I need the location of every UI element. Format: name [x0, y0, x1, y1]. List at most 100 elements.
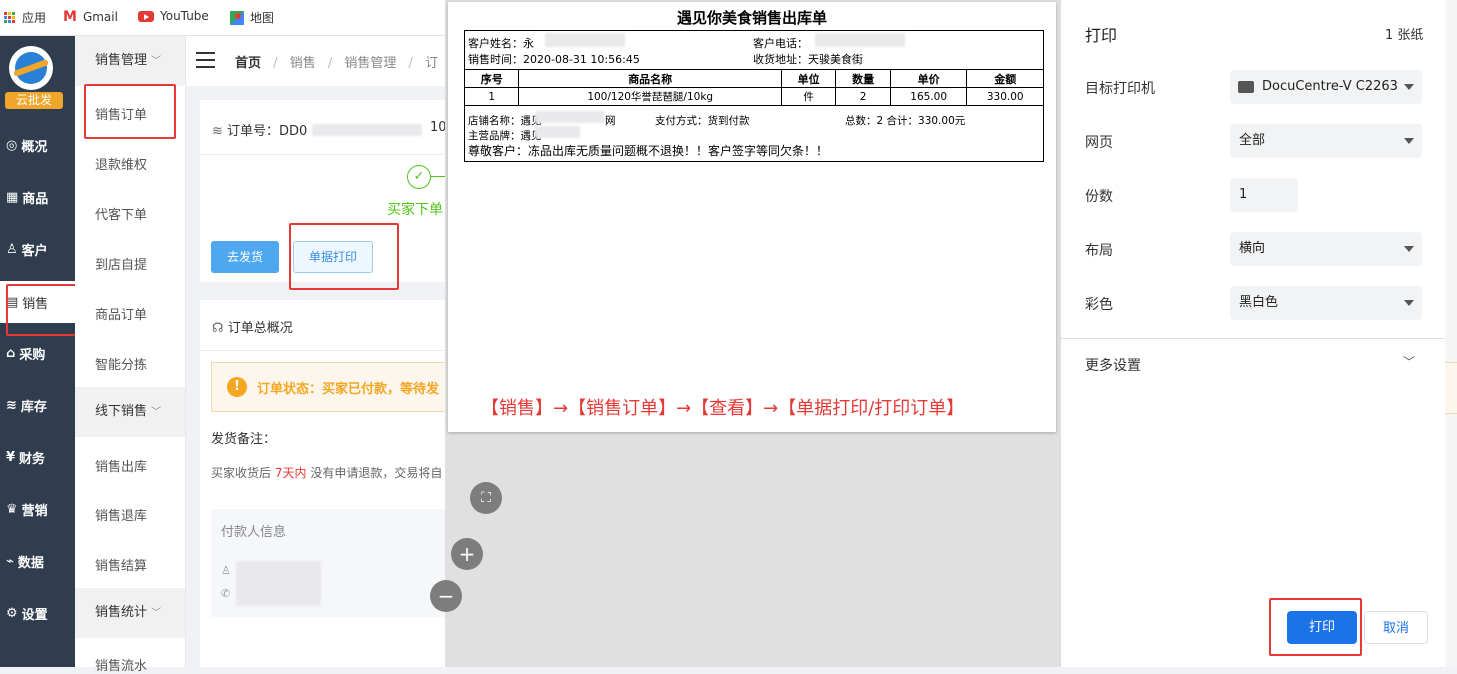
- nav-overview[interactable]: ◎ 概况: [0, 125, 75, 165]
- nav-purchase[interactable]: ⌂ 采购: [0, 333, 75, 373]
- brand-logo: [9, 46, 53, 90]
- gmail-icon: M: [63, 9, 77, 25]
- status-alert: ! 订单状态：买家已付款，等待发: [211, 362, 448, 412]
- subnav-item-sorting[interactable]: 智能分拣: [95, 354, 147, 373]
- pages-label: 网页: [1085, 135, 1113, 151]
- pages-select[interactable]: 全部: [1230, 124, 1422, 158]
- nav-settings[interactable]: ⚙ 设置: [0, 593, 75, 633]
- breadcrumb-sales-mgmt[interactable]: 销售管理: [344, 56, 396, 71]
- subnav-item-refund[interactable]: 退款维权: [95, 154, 147, 173]
- redacted-payer-info: [236, 561, 321, 606]
- nav-finance[interactable]: ¥ 财务: [0, 437, 75, 477]
- printer-select[interactable]: DocuCentre-V C2263: [1230, 70, 1422, 104]
- zoom-in-button[interactable]: +: [451, 538, 483, 570]
- nav-products[interactable]: ▦ 商品: [0, 177, 75, 217]
- copies-input[interactable]: 1: [1230, 178, 1298, 212]
- chevron-down-icon: ﹀: [151, 56, 162, 67]
- plus-icon: +: [458, 542, 476, 566]
- phone-icon: ✆: [221, 587, 231, 600]
- menu-toggle[interactable]: [196, 52, 215, 68]
- more-settings-label: 更多设置: [1085, 358, 1141, 374]
- alert-edge: [1445, 362, 1457, 414]
- gift-icon: ♛: [6, 501, 18, 517]
- shop-icon: ⌂: [6, 345, 16, 361]
- nav-inventory[interactable]: ≋ 库存: [0, 385, 75, 425]
- bookmark-maps[interactable]: 地图: [230, 9, 274, 26]
- cell: 1: [463, 87, 520, 106]
- table-header-row: 序号 商品名称 单位 数量 单价 金额: [463, 69, 1044, 88]
- subnav-item-product-order[interactable]: 商品订单: [95, 304, 147, 323]
- subnav-item-sales-flow[interactable]: 销售流水: [95, 655, 147, 674]
- subnav-group-sales-mgmt[interactable]: 销售管理 ﹀: [75, 36, 185, 86]
- receipt-sale-time: 销售时间：2020-08-31 10:56:45: [468, 53, 640, 66]
- subnav-item-outbound[interactable]: 销售出库: [95, 456, 147, 475]
- subnav-item-pickup[interactable]: 到店自提: [95, 254, 147, 273]
- cell: 165.00: [889, 87, 968, 106]
- layout-label: 布局: [1085, 243, 1113, 259]
- nav-data[interactable]: ⌁ 数据: [0, 541, 75, 581]
- receipt-notice: 尊敬客户：冻品出库无质量问题概不退换！！客户签字等同欠条！！: [468, 144, 829, 158]
- cell: 100/120华誉琵琶腿/10kg: [518, 87, 782, 106]
- chevron-down-icon: [1404, 138, 1414, 144]
- chevron-down-icon: ﹀: [1403, 355, 1416, 369]
- warning-icon: !: [227, 377, 247, 397]
- receipt-address: 收货地址：天骏美食街: [753, 53, 863, 66]
- col-header: 序号: [463, 69, 520, 88]
- receipt-shop-name: 店铺名称：遇见: [468, 115, 542, 127]
- redacted-brand: [535, 126, 580, 138]
- chevron-down-icon: [1404, 300, 1414, 306]
- cell: 330.00: [966, 87, 1044, 106]
- bookmark-maps-label: 地图: [250, 11, 275, 25]
- top-bar: 首页 / 销售 / 销售管理 / 订: [186, 36, 448, 87]
- step-label: 买家下单: [387, 202, 443, 218]
- redacted-shop: [535, 111, 605, 123]
- order-id-label: 订单号：DD0: [227, 124, 308, 139]
- refund-note-days: 7天内: [274, 466, 307, 480]
- layers-icon: ≋: [212, 124, 228, 139]
- redacted-phone: [815, 33, 905, 47]
- bookmark-gmail[interactable]: M Gmail: [63, 9, 118, 25]
- compass-icon: ◎: [6, 137, 18, 153]
- zoom-out-button[interactable]: −: [430, 580, 462, 612]
- breadcrumb-sep: /: [408, 56, 413, 71]
- subnav-group-offline[interactable]: 线下销售 ﹀: [75, 387, 185, 437]
- yen-icon: ¥: [6, 449, 16, 465]
- highlight-print-confirm: [1269, 598, 1362, 656]
- nav-settings-label: 设置: [21, 607, 48, 623]
- nav-customers[interactable]: ♙ 客户: [0, 229, 75, 269]
- subnav-item-proxy-order[interactable]: 代客下单: [95, 204, 147, 223]
- refund-note-post: 没有申请退款，交易将自: [310, 466, 443, 480]
- cell: 2: [835, 87, 891, 106]
- check-icon: ✓: [407, 165, 431, 189]
- nav-customers-label: 客户: [21, 243, 48, 259]
- more-settings-toggle[interactable]: 更多设置 ﹀: [1061, 339, 1446, 389]
- breadcrumb-order[interactable]: 订: [425, 56, 438, 71]
- grid-icon: ▦: [6, 189, 19, 205]
- subnav-group-stats[interactable]: 销售统计 ﹀: [75, 588, 185, 638]
- printer-label: 目标打印机: [1085, 81, 1155, 97]
- subnav-item-return[interactable]: 销售退库: [95, 505, 147, 524]
- print-preview-page: 遇见你美食销售出库单 客户姓名：永 客户电话： 销售时间：2020-08-31 …: [448, 2, 1056, 432]
- cancel-button[interactable]: 取消: [1364, 611, 1428, 644]
- nav-inventory-label: 库存: [20, 399, 47, 415]
- color-select[interactable]: 黑白色: [1230, 286, 1422, 320]
- nav-data-label: 数据: [17, 555, 44, 571]
- breadcrumb-home[interactable]: 首页: [235, 56, 261, 71]
- subnav-group-stats-label: 销售统计: [95, 605, 148, 620]
- breadcrumb-sales[interactable]: 销售: [290, 56, 316, 71]
- copies-value: 1: [1239, 187, 1248, 202]
- layers-icon: ≋: [6, 397, 17, 413]
- pages-value: 全部: [1239, 133, 1266, 148]
- receipt-shop-name-tail: 网: [605, 115, 616, 127]
- layout-select[interactable]: 横向: [1230, 232, 1422, 266]
- receipt-brand: 主营品牌：遇见: [468, 130, 542, 142]
- bookmark-youtube[interactable]: YouTube: [138, 9, 209, 23]
- nav-marketing[interactable]: ♛ 营销: [0, 489, 75, 529]
- subnav-item-settlement[interactable]: 销售结算: [95, 555, 147, 574]
- col-header: 金额: [966, 69, 1044, 88]
- bookmark-apps[interactable]: 应用: [4, 9, 46, 26]
- printer-value: DocuCentre-V C2263: [1262, 79, 1398, 94]
- fit-to-page-button[interactable]: ⛶: [470, 482, 502, 514]
- ship-button[interactable]: 去发货: [211, 241, 279, 273]
- main-nav: 云批发 ◎ 概况 ▦ 商品 ♙ 客户 ▤ 销售 ⌂ 采购 ≋ 库存 ¥ 财务 ♛ 营销 ⌁ 数据 …: [0, 36, 75, 667]
